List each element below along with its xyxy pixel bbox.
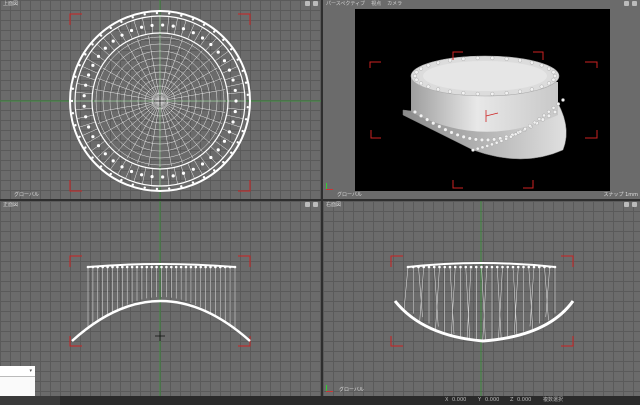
viewport-title: 上面図: [3, 1, 19, 7]
coord-label-x: X: [445, 397, 449, 403]
origin-crosshair: [154, 95, 166, 107]
viewport-perspective[interactable]: パースペクティブ 視点 カメラ グローバル スナップ 1mm: [323, 0, 640, 199]
brim-curve: [71, 299, 251, 342]
viewport-footer: グローバル: [14, 192, 39, 198]
hat-render: [402, 55, 567, 160]
gear-icon[interactable]: [305, 1, 310, 6]
viewport-perspective-icons[interactable]: [624, 1, 637, 6]
viewport-front-icons[interactable]: [305, 202, 318, 207]
viewport-side-header[interactable]: 右面図: [323, 201, 640, 209]
view-mode[interactable]: 視点: [371, 0, 381, 8]
viewport-title: パースペクティブ: [326, 1, 366, 7]
front-view-canvas: [69, 201, 251, 396]
viewport-front[interactable]: 正面図: [0, 201, 321, 396]
viewport-divider-horizontal[interactable]: [0, 199, 640, 201]
maximize-icon[interactable]: [632, 202, 637, 207]
gear-icon[interactable]: [624, 202, 629, 207]
origin-crosshair: [155, 331, 165, 341]
coord-z[interactable]: 0.000: [517, 396, 531, 405]
perspective-canvas: [369, 51, 598, 189]
viewport-title: 正面図: [3, 202, 19, 208]
side-view-canvas: [390, 201, 575, 396]
top-view-canvas: [0, 0, 321, 199]
coord-label-z: Z: [510, 397, 514, 403]
camera-frame-corners: [390, 255, 574, 347]
status-left: [0, 396, 60, 405]
snap-indicator[interactable]: スナップ 1mm: [603, 191, 638, 198]
maximize-icon[interactable]: [313, 202, 318, 207]
gear-icon[interactable]: [624, 1, 629, 6]
viewport-front-header[interactable]: 正面図: [0, 201, 321, 209]
viewport-footer: グローバル: [337, 192, 362, 198]
object-panel-bar[interactable]: ▾: [0, 366, 35, 377]
chevron-down-icon[interactable]: ▾: [29, 368, 32, 374]
viewport-footer: グローバル: [339, 387, 364, 393]
viewport-title: 右面図: [326, 202, 342, 208]
maximize-icon[interactable]: [313, 1, 318, 6]
hat-front-wireframe: [86, 265, 237, 330]
selection-mode[interactable]: 複数選択: [543, 396, 563, 405]
viewport-top-icons[interactable]: [305, 1, 318, 6]
viewport-divider-vertical[interactable]: [321, 0, 323, 396]
viewport-side[interactable]: 右面図 グローバル: [323, 201, 640, 396]
viewport-perspective-header[interactable]: パースペクティブ 視点 カメラ: [323, 0, 640, 8]
coord-x[interactable]: 0.000: [452, 396, 466, 405]
gear-icon[interactable]: [305, 202, 310, 207]
coord-y[interactable]: 0.000: [485, 396, 499, 405]
axis-gizmo-icon: [325, 182, 333, 190]
viewport-top[interactable]: 上面図 グローバル: [0, 0, 321, 199]
coord-label-y: Y: [478, 397, 482, 403]
viewport-top-header[interactable]: 上面図: [0, 0, 321, 8]
status-bar: X 0.000 Y 0.000 Z 0.000 複数選択: [0, 396, 640, 405]
axis-gizmo-icon: [325, 384, 333, 392]
viewport-side-icons[interactable]: [624, 202, 637, 207]
maximize-icon[interactable]: [632, 1, 637, 6]
camera-selector[interactable]: カメラ: [387, 0, 402, 8]
object-panel[interactable]: ▾: [0, 366, 35, 396]
